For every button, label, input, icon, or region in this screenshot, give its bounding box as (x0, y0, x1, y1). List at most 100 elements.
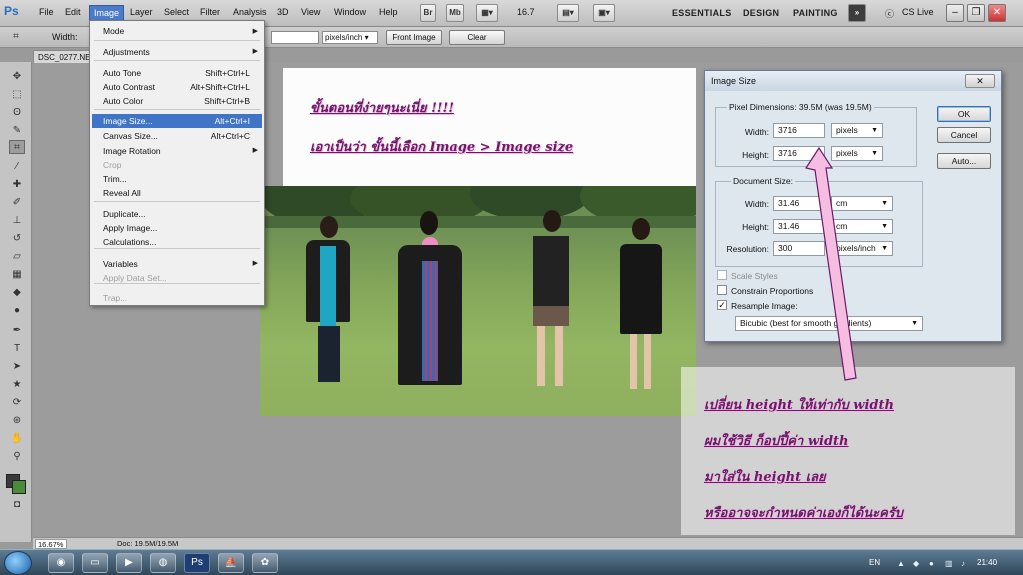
resolution-unit-select[interactable]: pixels/inch ▾ (322, 31, 378, 44)
blur-tool-icon[interactable]: ◆ (9, 286, 25, 300)
pixel-height-unit-select[interactable]: pixels ▼ (831, 146, 883, 161)
picasa-icon[interactable]: ✿ (252, 553, 278, 573)
clear-button[interactable]: Clear (449, 30, 505, 45)
menu-item-variables[interactable]: Variables (103, 259, 138, 269)
ok-button[interactable]: OK (937, 106, 991, 122)
crop-tool-icon[interactable]: ⌗ (9, 140, 25, 154)
pen-tool-icon[interactable]: ✒ (9, 324, 25, 338)
clone-stamp-tool-icon[interactable]: ⊥ (9, 214, 25, 228)
menu-item-reveal-all[interactable]: Reveal All (103, 188, 141, 198)
front-image-button[interactable]: Front Image (386, 30, 442, 45)
eraser-tool-icon[interactable]: ▱ (9, 250, 25, 264)
doc-width-unit-select[interactable]: cm ▼ (831, 196, 893, 211)
volume-icon[interactable]: ♪ (961, 559, 970, 568)
document-tab[interactable]: DSC_0277.NE (33, 50, 93, 64)
resolution-input[interactable]: 300 (773, 241, 825, 256)
menu-edit[interactable]: Edit (65, 7, 81, 17)
workspace-essentials[interactable]: ESSENTIALS (672, 8, 732, 18)
gradient-tool-icon[interactable]: ▦ (9, 268, 25, 282)
doc-width-input[interactable]: 31.46 (773, 196, 825, 211)
clock[interactable]: 21:40 (977, 558, 997, 567)
menu-item-canvas-size[interactable]: Canvas Size... (103, 131, 158, 141)
dodge-tool-icon[interactable]: ● (9, 304, 25, 318)
language-indicator[interactable]: EN (869, 558, 880, 567)
menu-item-auto-tone[interactable]: Auto Tone (103, 68, 141, 78)
doc-height-input[interactable]: 31.46 (773, 219, 825, 234)
media-player-icon[interactable]: ◉ (48, 553, 74, 573)
zoom-level[interactable]: 16.7 (517, 7, 535, 17)
menu-item-image-rotation[interactable]: Image Rotation (103, 146, 161, 156)
quick-select-tool-icon[interactable]: ✎ (9, 124, 25, 138)
restore-icon[interactable]: ❐ (967, 4, 985, 22)
history-brush-tool-icon[interactable]: ↺ (9, 232, 25, 246)
pixel-width-unit-select[interactable]: pixels ▼ (831, 123, 883, 138)
lasso-tool-icon[interactable]: ʘ (9, 106, 25, 120)
scale-styles-checkbox[interactable] (717, 270, 727, 280)
auto-button[interactable]: Auto... (937, 153, 991, 169)
photoshop-taskbar-icon[interactable]: Ps (184, 553, 210, 573)
hand-tool-icon[interactable]: ✋ (9, 432, 25, 446)
workspace-design[interactable]: DESIGN (743, 8, 779, 18)
menu-layer[interactable]: Layer (130, 7, 153, 17)
screen-mode-button[interactable]: ▣▾ (593, 4, 615, 22)
menu-item-apply-image[interactable]: Apply Image... (103, 223, 157, 233)
menu-view[interactable]: View (301, 7, 320, 17)
menu-item-image-size[interactable]: Image Size... (103, 116, 153, 126)
3d-orbit-tool-icon[interactable]: ⊛ (9, 414, 25, 428)
menu-item-trim[interactable]: Trim... (103, 174, 127, 184)
menu-image[interactable]: Image (89, 5, 125, 21)
resample-image-checkbox[interactable]: ✓ (717, 300, 727, 310)
cancel-button[interactable]: Cancel (937, 127, 991, 143)
menu-item-adjustments[interactable]: Adjustments (103, 47, 150, 57)
doc-height-unit-select[interactable]: cm ▼ (831, 219, 893, 234)
menu-item-mode[interactable]: Mode (103, 26, 124, 36)
menu-window[interactable]: Window (334, 7, 366, 17)
start-button[interactable] (4, 551, 32, 575)
tray-arrow-icon[interactable]: ▲ (897, 559, 906, 568)
mini-bridge-button[interactable]: Mb (446, 4, 464, 22)
chrome-icon[interactable]: ◍ (150, 553, 176, 573)
resolution-input[interactable] (271, 31, 319, 44)
bridge-button[interactable]: Br (420, 4, 436, 22)
media-center-icon[interactable]: ▶ (116, 553, 142, 573)
pixel-width-input[interactable]: 3716 (773, 123, 825, 138)
3d-rotate-tool-icon[interactable]: ⟳ (9, 396, 25, 410)
minimize-icon[interactable]: – (946, 4, 964, 22)
more-workspaces-button[interactable]: » (848, 4, 866, 22)
zoom-status-field[interactable]: 16.67% (35, 539, 67, 549)
menu-item-auto-color[interactable]: Auto Color (103, 96, 143, 106)
menu-help[interactable]: Help (379, 7, 398, 17)
tray-app-icon[interactable]: ● (929, 559, 938, 568)
menu-item-calculations[interactable]: Calculations... (103, 237, 156, 247)
resolution-unit-select[interactable]: pixels/inch ▼ (831, 241, 893, 256)
type-tool-icon[interactable]: T (9, 342, 25, 356)
view-extras-button[interactable]: ▦▾ (476, 4, 498, 22)
eyedropper-tool-icon[interactable]: ⁄ (9, 160, 25, 174)
tray-app-icon[interactable]: ◆ (913, 559, 922, 568)
path-selection-tool-icon[interactable]: ➤ (9, 360, 25, 374)
menu-3d[interactable]: 3D (277, 7, 289, 17)
cs-live-icon[interactable]: ⓒ (885, 7, 894, 20)
menu-file[interactable]: File (39, 7, 54, 17)
healing-brush-tool-icon[interactable]: ✚ (9, 178, 25, 192)
dialog-close-icon[interactable]: ✕ (965, 74, 995, 88)
background-color-swatch[interactable] (12, 480, 26, 494)
zoom-tool-icon[interactable]: ⚲ (9, 450, 25, 464)
crop-tool-icon[interactable]: ⌗ (8, 30, 24, 44)
shape-tool-icon[interactable]: ★ (9, 378, 25, 392)
menu-filter[interactable]: Filter (200, 7, 220, 17)
explorer-icon[interactable]: ▭ (82, 553, 108, 573)
resample-method-select[interactable]: Bicubic (best for smooth gradients) ▼ (735, 316, 923, 331)
dialog-titlebar[interactable]: Image Size ✕ (705, 71, 1001, 91)
workspace-painting[interactable]: PAINTING (793, 8, 838, 18)
arrange-documents-button[interactable]: ▤▾ (557, 4, 579, 22)
close-icon[interactable]: ✕ (988, 4, 1006, 22)
menu-item-auto-contrast[interactable]: Auto Contrast (103, 82, 155, 92)
menu-item-duplicate[interactable]: Duplicate... (103, 209, 146, 219)
cs-live-label[interactable]: CS Live (902, 7, 934, 17)
move-tool-icon[interactable]: ✥ (9, 70, 25, 84)
marquee-tool-icon[interactable]: ⬚ (9, 88, 25, 102)
brush-tool-icon[interactable]: ✐ (9, 196, 25, 210)
quick-mask-icon[interactable]: ◘ (9, 498, 25, 512)
pixel-height-input[interactable]: 3716 (773, 146, 825, 161)
